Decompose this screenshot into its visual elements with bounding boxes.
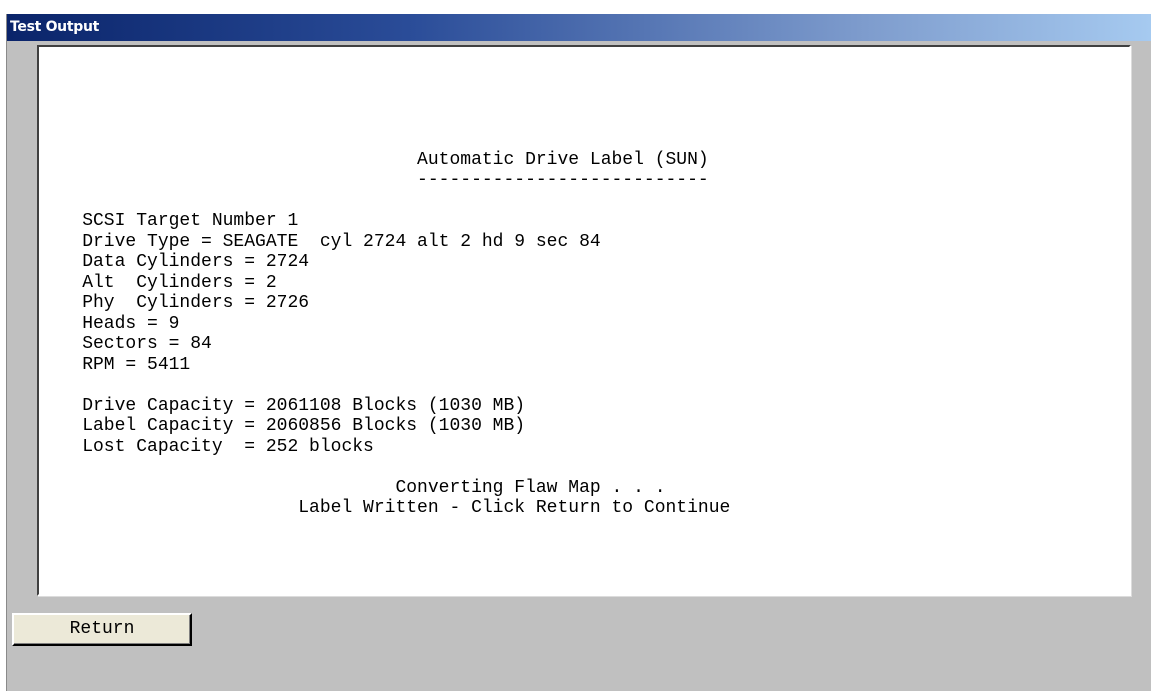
output-text: Automatic Drive Label (SUN) ------------…: [39, 47, 730, 519]
output-line: Converting Flaw Map . . .: [39, 477, 666, 498]
test-output-panel: Automatic Drive Label (SUN) ------------…: [37, 45, 1131, 596]
output-line: Sectors = 84: [39, 334, 212, 354]
output-line: Phy Cylinders = 2726: [39, 293, 310, 313]
window-title-bar[interactable]: Test Output: [7, 14, 1151, 41]
output-line: ---------------------------: [39, 170, 709, 190]
output-line: Data Cylinders = 2724: [39, 252, 310, 272]
output-line: Lost Capacity = 252 blocks: [39, 436, 374, 457]
output-line: RPM = 5411: [39, 354, 191, 375]
return-button[interactable]: Return: [12, 613, 192, 646]
output-line: SCSI Target Number 1: [39, 211, 299, 231]
test-output-window: Test Output Automatic Drive Label (SUN) …: [6, 14, 1151, 691]
window-title: Test Output: [10, 19, 100, 35]
output-line: Heads = 9: [39, 313, 180, 334]
output-line: Label Capacity = 2060856 Blocks (1030 MB…: [39, 416, 526, 436]
output-line: Drive Type = SEAGATE cyl 2724 alt 2 hd 9…: [39, 231, 601, 252]
output-line: Alt Cylinders = 2: [39, 272, 277, 293]
output-line: Drive Capacity = 2061108 Blocks (1030 MB…: [39, 395, 526, 416]
output-line: Automatic Drive Label (SUN): [39, 149, 709, 170]
output-line: Label Written - Click Return to Continue: [39, 498, 731, 518]
